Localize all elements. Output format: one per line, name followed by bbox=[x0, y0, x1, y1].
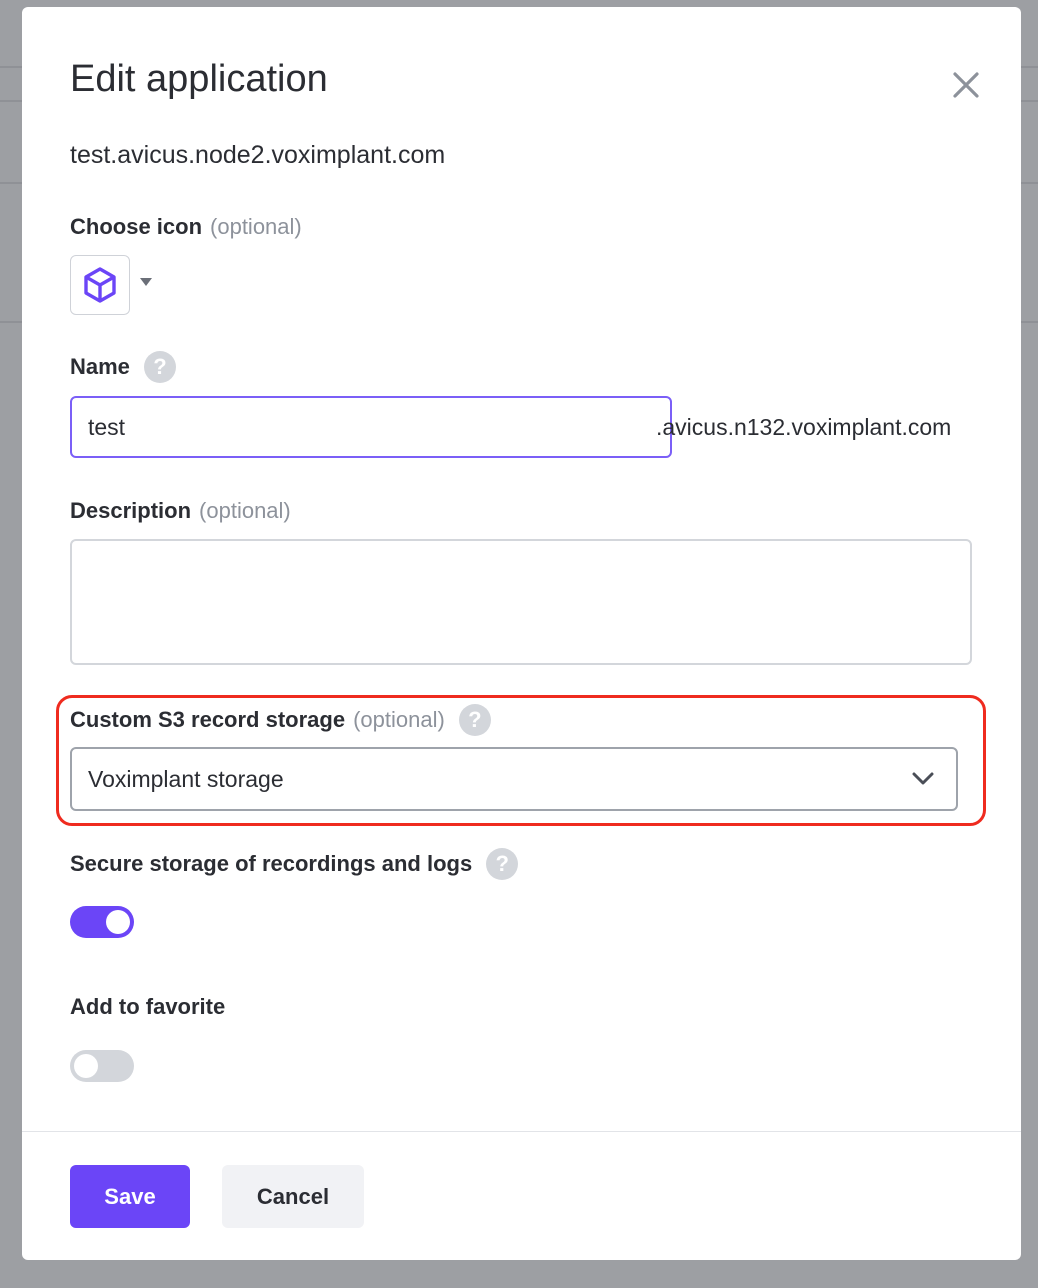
description-textarea[interactable] bbox=[70, 539, 972, 665]
help-icon[interactable]: ? bbox=[143, 351, 176, 383]
storage-select-value: Voximplant storage bbox=[88, 765, 284, 792]
close-button[interactable] bbox=[944, 63, 988, 107]
secure-storage-label: Secure storage of recordings and logs ? bbox=[70, 848, 519, 880]
optional-hint: (optional) bbox=[199, 498, 291, 523]
close-icon bbox=[953, 72, 979, 98]
storage-label: Custom S3 record storage (optional) ? bbox=[70, 704, 491, 736]
toggle-knob bbox=[106, 910, 130, 934]
cube-icon bbox=[84, 267, 116, 303]
cancel-button[interactable]: Cancel bbox=[222, 1165, 364, 1228]
favorite-label-text: Add to favorite bbox=[70, 994, 226, 1019]
save-button[interactable]: Save bbox=[70, 1165, 190, 1228]
help-icon[interactable]: ? bbox=[486, 848, 519, 880]
footer-divider bbox=[22, 1131, 1021, 1132]
choose-icon-label-text: Choose icon bbox=[70, 214, 203, 239]
description-label: Description (optional) bbox=[70, 496, 291, 526]
help-icon[interactable]: ? bbox=[458, 704, 491, 736]
favorite-toggle[interactable] bbox=[70, 1050, 134, 1082]
name-domain-suffix: .avicus.n132.voximplant.com bbox=[656, 414, 952, 440]
secure-storage-toggle[interactable] bbox=[70, 906, 134, 938]
storage-label-text: Custom S3 record storage bbox=[70, 707, 346, 732]
description-label-text: Description bbox=[70, 498, 192, 523]
optional-hint: (optional) bbox=[353, 707, 445, 732]
toggle-knob bbox=[74, 1054, 98, 1078]
icon-picker-button[interactable] bbox=[70, 255, 130, 315]
storage-select[interactable]: Voximplant storage bbox=[70, 747, 958, 811]
edit-application-dialog: Edit application test.avicus.node2.voxim… bbox=[22, 7, 1021, 1260]
application-domain: test.avicus.node2.voximplant.com bbox=[70, 141, 446, 169]
favorite-label: Add to favorite bbox=[70, 992, 225, 1022]
secure-storage-label-text: Secure storage of recordings and logs bbox=[70, 851, 473, 876]
dialog-title: Edit application bbox=[70, 58, 328, 100]
optional-hint: (optional) bbox=[210, 214, 302, 239]
name-label: Name ? bbox=[70, 351, 176, 383]
chevron-down-icon bbox=[910, 766, 936, 792]
choose-icon-label: Choose icon (optional) bbox=[70, 212, 302, 242]
caret-down-icon[interactable] bbox=[139, 277, 153, 287]
name-input[interactable] bbox=[70, 396, 672, 458]
name-label-text: Name bbox=[70, 354, 130, 379]
